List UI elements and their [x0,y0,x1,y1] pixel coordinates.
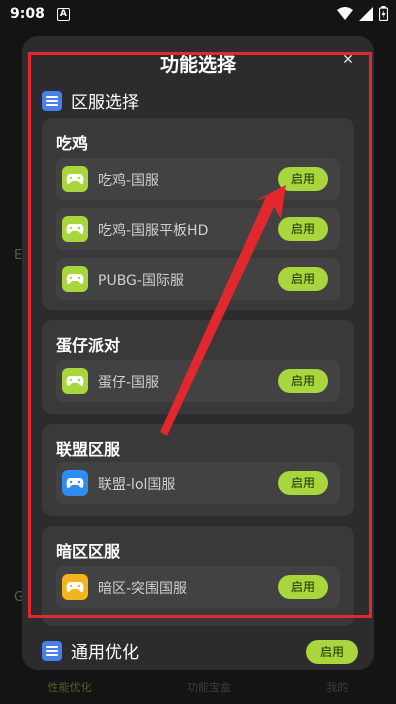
annotation-arrow [160,185,286,436]
